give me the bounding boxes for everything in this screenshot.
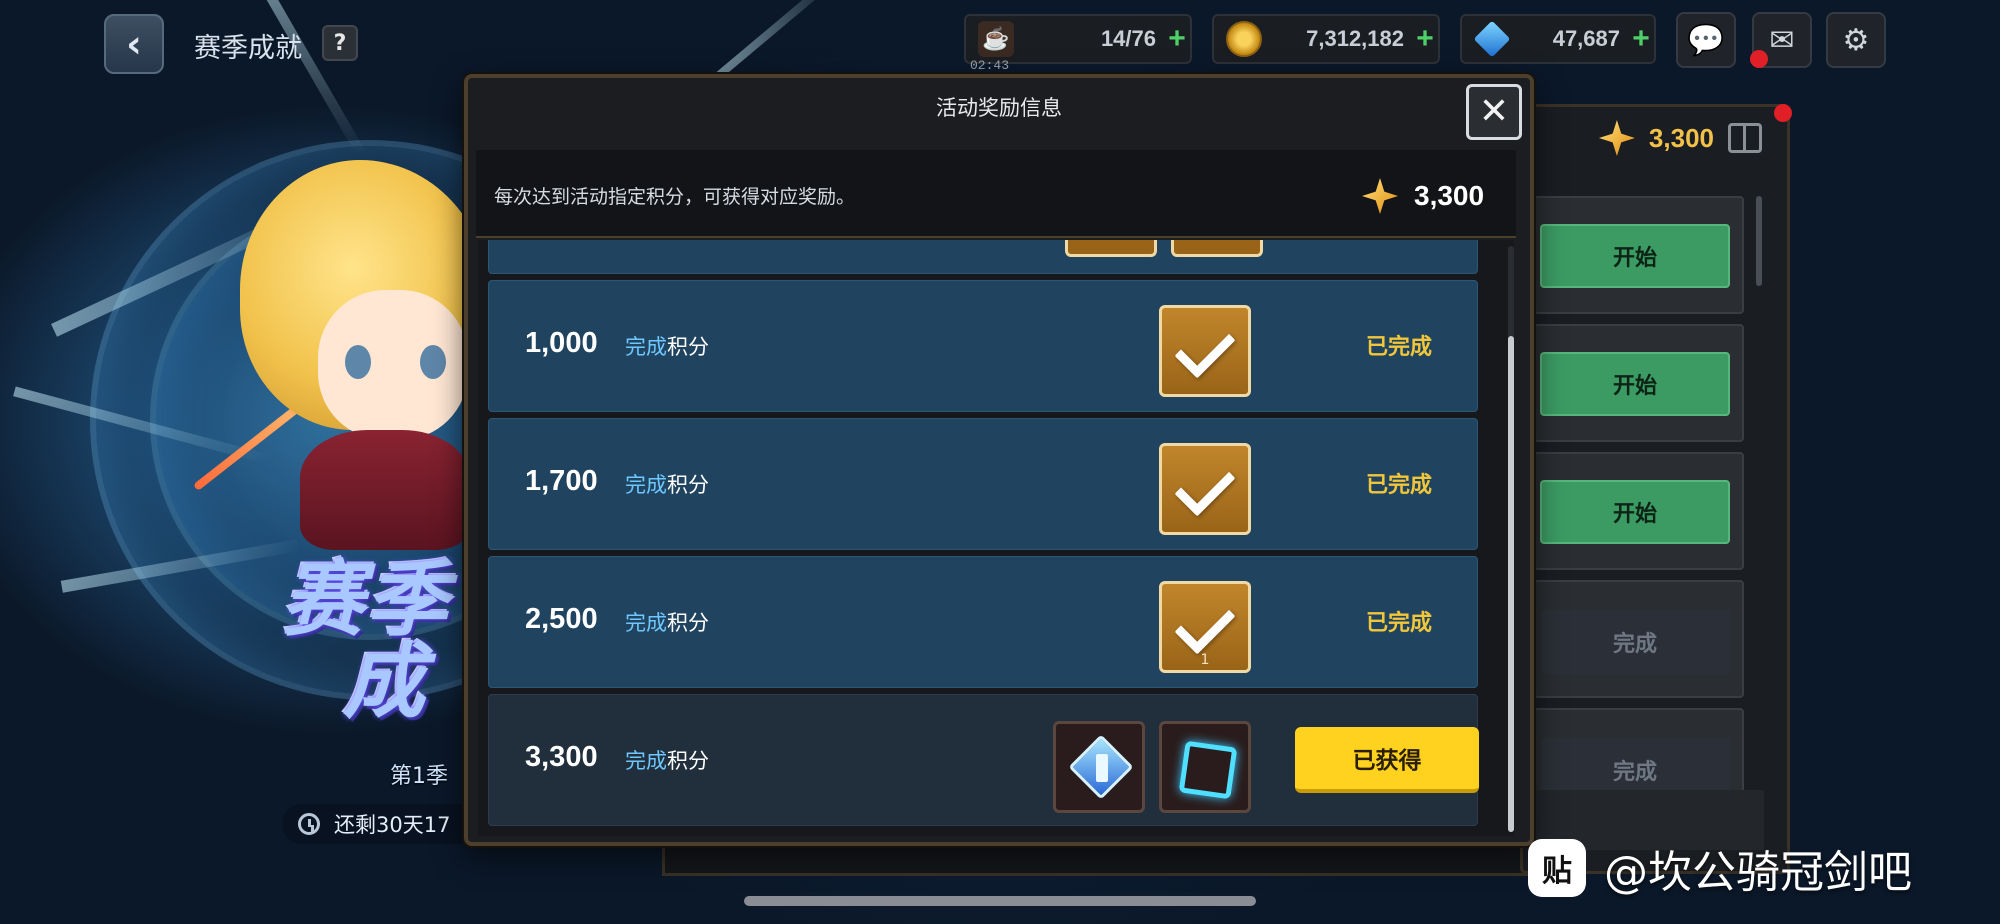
row-label: 完成积分 bbox=[625, 331, 709, 361]
chat-bubble-icon: 💬 bbox=[1687, 22, 1725, 58]
reward-item[interactable] bbox=[1053, 721, 1145, 813]
reward-row: 1,700 完成积分 已完成 bbox=[488, 418, 1478, 550]
reward-item[interactable] bbox=[1159, 721, 1251, 813]
gift-icon[interactable] bbox=[1728, 123, 1762, 153]
status-completed: 已完成 bbox=[1365, 611, 1432, 636]
coffee-cup-icon: ☕ bbox=[978, 21, 1014, 57]
gear-icon: ⚙ bbox=[1842, 22, 1870, 58]
row-label-suffix: 积分 bbox=[667, 335, 709, 359]
row-points: 1,700 bbox=[525, 465, 598, 497]
row-label-suffix: 积分 bbox=[667, 473, 709, 497]
star-points-icon bbox=[1599, 120, 1635, 156]
home-indicator[interactable] bbox=[744, 896, 1256, 906]
start-button[interactable]: 开始 bbox=[1540, 352, 1730, 416]
reward-item[interactable] bbox=[1159, 305, 1251, 397]
time-remaining-text: 还剩30天17 bbox=[334, 813, 451, 837]
row-points: 2,500 bbox=[525, 603, 598, 635]
mail-icon: ✉ bbox=[1769, 22, 1795, 58]
gem-value: 47,687 bbox=[1552, 26, 1620, 51]
row-label: 完成积分 bbox=[625, 469, 709, 499]
tieba-logo-icon: 贴 bbox=[1528, 839, 1586, 897]
help-button[interactable]: ? bbox=[322, 25, 358, 61]
reward-list[interactable]: 1,000 完成积分 已完成 1,700 完成积分 已完成 2,500 完成积分… bbox=[478, 240, 1514, 836]
side-scrollbar[interactable] bbox=[1756, 196, 1762, 286]
row-label-highlight: 完成 bbox=[625, 749, 667, 773]
row-label: 完成积分 bbox=[625, 745, 709, 775]
reward-item[interactable] bbox=[1159, 443, 1251, 535]
gold-counter: 7,312,182 + bbox=[1212, 14, 1440, 64]
stamina-counter: ☕ 14/76 + bbox=[964, 14, 1192, 64]
season-banner-line1: 赛季 bbox=[282, 553, 450, 648]
row-label-highlight: 完成 bbox=[625, 473, 667, 497]
gold-coin-icon bbox=[1226, 21, 1262, 57]
complete-button[interactable]: 完成 bbox=[1540, 610, 1730, 674]
gem-counter: 47,687 + bbox=[1460, 14, 1656, 64]
blue-gem-icon bbox=[1473, 20, 1511, 58]
info-description: 每次达到活动指定积分，可获得对应奖励。 bbox=[494, 186, 856, 208]
row-label-highlight: 完成 bbox=[625, 335, 667, 359]
settings-button[interactable]: ⚙ bbox=[1826, 12, 1886, 68]
back-button[interactable]: ‹ bbox=[104, 14, 164, 74]
chat-button[interactable]: 💬 bbox=[1676, 12, 1736, 68]
reward-row: 3,300 完成积分 已获得 bbox=[488, 694, 1479, 826]
reward-row-partial bbox=[488, 240, 1478, 274]
add-gold-button[interactable]: + bbox=[1412, 24, 1438, 54]
list-scrollbar-thumb[interactable] bbox=[1508, 336, 1514, 832]
add-gems-button[interactable]: + bbox=[1628, 24, 1654, 54]
checkmark-icon bbox=[1174, 455, 1236, 517]
claimed-button[interactable]: 已获得 bbox=[1295, 727, 1479, 793]
notification-dot bbox=[1774, 104, 1792, 122]
chevron-left-icon: ‹ bbox=[126, 22, 142, 66]
side-points-value: 3,300 bbox=[1648, 122, 1714, 153]
side-panel-points: 3,300 bbox=[1520, 106, 1790, 170]
row-label-suffix: 积分 bbox=[667, 749, 709, 773]
portrait-frame-icon bbox=[1178, 740, 1238, 800]
row-label-highlight: 完成 bbox=[625, 611, 667, 635]
row-label-suffix: 积分 bbox=[667, 611, 709, 635]
watermark: 贴 @坎公骑冠剑吧 bbox=[1528, 836, 1912, 900]
badge-mark bbox=[1096, 754, 1108, 782]
hero-body bbox=[300, 430, 470, 550]
checkmark-icon bbox=[1174, 593, 1236, 655]
row-points: 3,300 bbox=[525, 741, 598, 773]
start-button[interactable]: 开始 bbox=[1540, 224, 1730, 288]
time-remaining-pill: 还剩30天17 bbox=[282, 804, 492, 844]
reward-row: 1,000 完成积分 已完成 bbox=[488, 280, 1478, 412]
reward-item bbox=[1065, 240, 1157, 257]
close-button[interactable]: ✕ bbox=[1466, 84, 1522, 140]
checkmark-icon bbox=[1174, 317, 1236, 379]
start-button[interactable]: 开始 bbox=[1540, 480, 1730, 544]
close-icon: ✕ bbox=[1478, 91, 1510, 132]
gold-value: 7,312,182 bbox=[1306, 26, 1404, 51]
reward-item bbox=[1171, 240, 1263, 257]
hero-eye bbox=[345, 345, 371, 379]
current-points-value: 3,300 bbox=[1414, 180, 1485, 211]
current-points: 3,300 bbox=[1362, 174, 1484, 218]
reward-row: 2,500 完成积分 1 已完成 bbox=[488, 556, 1478, 688]
modal-title: 活动奖励信息 bbox=[936, 96, 1062, 120]
hero-eye bbox=[420, 345, 446, 379]
watermark-text: @坎公骑冠剑吧 bbox=[1604, 847, 1912, 898]
row-points: 1,000 bbox=[525, 327, 598, 359]
status-completed: 已完成 bbox=[1365, 473, 1432, 498]
status-completed: 已完成 bbox=[1365, 335, 1432, 360]
reward-item[interactable]: 1 bbox=[1159, 581, 1251, 673]
season-banner-line2: 成 bbox=[343, 635, 428, 730]
stamina-value: 14/76 bbox=[1100, 26, 1156, 51]
stamina-timer: 02:43 bbox=[970, 58, 1010, 73]
add-stamina-button[interactable]: + bbox=[1164, 24, 1190, 54]
notification-dot bbox=[1750, 50, 1768, 68]
reward-count: 1 bbox=[1200, 652, 1210, 668]
season-label: 第1季 bbox=[390, 764, 448, 789]
star-points-icon bbox=[1362, 178, 1398, 214]
clock-icon bbox=[298, 813, 320, 835]
season-banner-title: 赛季 成 bbox=[282, 560, 450, 724]
row-label: 完成积分 bbox=[625, 607, 709, 637]
page-title: 赛季成就 bbox=[194, 33, 302, 64]
